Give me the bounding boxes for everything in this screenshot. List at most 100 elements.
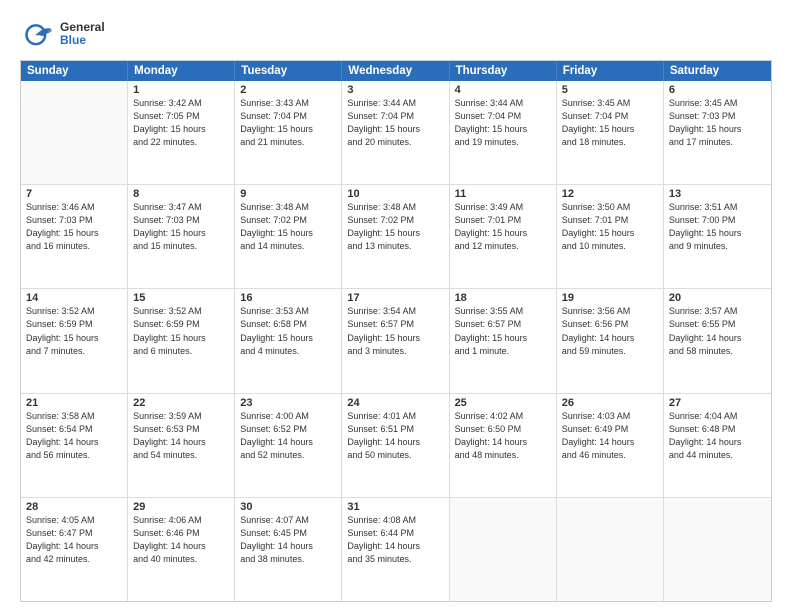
sun-info: Sunrise: 4:02 AMSunset: 6:50 PMDaylight:…: [455, 410, 551, 462]
calendar-day-30: 30 Sunrise: 4:07 AMSunset: 6:45 PMDaylig…: [235, 498, 342, 601]
sun-info: Sunrise: 4:04 AMSunset: 6:48 PMDaylight:…: [669, 410, 766, 462]
sun-info: Sunrise: 3:57 AMSunset: 6:55 PMDaylight:…: [669, 305, 766, 357]
calendar-day-11: 11 Sunrise: 3:49 AMSunset: 7:01 PMDaylig…: [450, 185, 557, 288]
calendar-day-23: 23 Sunrise: 4:00 AMSunset: 6:52 PMDaylig…: [235, 394, 342, 497]
sun-info: Sunrise: 4:05 AMSunset: 6:47 PMDaylight:…: [26, 514, 122, 566]
day-number: 21: [26, 397, 122, 409]
calendar-week-5: 28 Sunrise: 4:05 AMSunset: 6:47 PMDaylig…: [21, 498, 771, 601]
empty-cell: [557, 498, 664, 601]
sun-info: Sunrise: 3:48 AMSunset: 7:02 PMDaylight:…: [240, 201, 336, 253]
sun-info: Sunrise: 3:46 AMSunset: 7:03 PMDaylight:…: [26, 201, 122, 253]
sun-info: Sunrise: 3:44 AMSunset: 7:04 PMDaylight:…: [347, 97, 443, 149]
page-header: General Blue: [20, 16, 772, 52]
weekday-header-monday: Monday: [128, 61, 235, 81]
day-number: 31: [347, 501, 443, 513]
day-number: 3: [347, 84, 443, 96]
calendar-page: General Blue SundayMondayTuesdayWednesda…: [0, 0, 792, 612]
calendar-day-31: 31 Sunrise: 4:08 AMSunset: 6:44 PMDaylig…: [342, 498, 449, 601]
weekday-header-thursday: Thursday: [450, 61, 557, 81]
day-number: 26: [562, 397, 658, 409]
weekday-header-saturday: Saturday: [664, 61, 771, 81]
day-number: 15: [133, 292, 229, 304]
day-number: 10: [347, 188, 443, 200]
calendar-day-18: 18 Sunrise: 3:55 AMSunset: 6:57 PMDaylig…: [450, 289, 557, 392]
sun-info: Sunrise: 3:51 AMSunset: 7:00 PMDaylight:…: [669, 201, 766, 253]
calendar-day-15: 15 Sunrise: 3:52 AMSunset: 6:59 PMDaylig…: [128, 289, 235, 392]
sun-info: Sunrise: 4:08 AMSunset: 6:44 PMDaylight:…: [347, 514, 443, 566]
day-number: 13: [669, 188, 766, 200]
sun-info: Sunrise: 3:48 AMSunset: 7:02 PMDaylight:…: [347, 201, 443, 253]
day-number: 17: [347, 292, 443, 304]
calendar-day-2: 2 Sunrise: 3:43 AMSunset: 7:04 PMDayligh…: [235, 81, 342, 184]
sun-info: Sunrise: 3:50 AMSunset: 7:01 PMDaylight:…: [562, 201, 658, 253]
calendar-day-10: 10 Sunrise: 3:48 AMSunset: 7:02 PMDaylig…: [342, 185, 449, 288]
sun-info: Sunrise: 3:55 AMSunset: 6:57 PMDaylight:…: [455, 305, 551, 357]
calendar-day-28: 28 Sunrise: 4:05 AMSunset: 6:47 PMDaylig…: [21, 498, 128, 601]
calendar-day-4: 4 Sunrise: 3:44 AMSunset: 7:04 PMDayligh…: [450, 81, 557, 184]
calendar-day-5: 5 Sunrise: 3:45 AMSunset: 7:04 PMDayligh…: [557, 81, 664, 184]
day-number: 1: [133, 84, 229, 96]
day-number: 2: [240, 84, 336, 96]
calendar-day-21: 21 Sunrise: 3:58 AMSunset: 6:54 PMDaylig…: [21, 394, 128, 497]
calendar-week-4: 21 Sunrise: 3:58 AMSunset: 6:54 PMDaylig…: [21, 394, 771, 498]
logo-svg: [20, 16, 56, 52]
sun-info: Sunrise: 3:49 AMSunset: 7:01 PMDaylight:…: [455, 201, 551, 253]
calendar-day-25: 25 Sunrise: 4:02 AMSunset: 6:50 PMDaylig…: [450, 394, 557, 497]
weekday-header-sunday: Sunday: [21, 61, 128, 81]
logo: General Blue: [20, 16, 105, 52]
sun-info: Sunrise: 4:06 AMSunset: 6:46 PMDaylight:…: [133, 514, 229, 566]
calendar-body: 1 Sunrise: 3:42 AMSunset: 7:05 PMDayligh…: [21, 81, 771, 601]
day-number: 29: [133, 501, 229, 513]
day-number: 18: [455, 292, 551, 304]
sun-info: Sunrise: 3:42 AMSunset: 7:05 PMDaylight:…: [133, 97, 229, 149]
calendar-day-27: 27 Sunrise: 4:04 AMSunset: 6:48 PMDaylig…: [664, 394, 771, 497]
day-number: 16: [240, 292, 336, 304]
calendar-day-16: 16 Sunrise: 3:53 AMSunset: 6:58 PMDaylig…: [235, 289, 342, 392]
sun-info: Sunrise: 3:54 AMSunset: 6:57 PMDaylight:…: [347, 305, 443, 357]
sun-info: Sunrise: 3:45 AMSunset: 7:04 PMDaylight:…: [562, 97, 658, 149]
day-number: 4: [455, 84, 551, 96]
sun-info: Sunrise: 3:45 AMSunset: 7:03 PMDaylight:…: [669, 97, 766, 149]
sun-info: Sunrise: 3:56 AMSunset: 6:56 PMDaylight:…: [562, 305, 658, 357]
calendar-day-8: 8 Sunrise: 3:47 AMSunset: 7:03 PMDayligh…: [128, 185, 235, 288]
calendar-day-19: 19 Sunrise: 3:56 AMSunset: 6:56 PMDaylig…: [557, 289, 664, 392]
calendar-day-14: 14 Sunrise: 3:52 AMSunset: 6:59 PMDaylig…: [21, 289, 128, 392]
day-number: 24: [347, 397, 443, 409]
day-number: 11: [455, 188, 551, 200]
calendar-day-7: 7 Sunrise: 3:46 AMSunset: 7:03 PMDayligh…: [21, 185, 128, 288]
empty-cell: [450, 498, 557, 601]
calendar-day-6: 6 Sunrise: 3:45 AMSunset: 7:03 PMDayligh…: [664, 81, 771, 184]
calendar-day-1: 1 Sunrise: 3:42 AMSunset: 7:05 PMDayligh…: [128, 81, 235, 184]
calendar-day-20: 20 Sunrise: 3:57 AMSunset: 6:55 PMDaylig…: [664, 289, 771, 392]
sun-info: Sunrise: 4:01 AMSunset: 6:51 PMDaylight:…: [347, 410, 443, 462]
sun-info: Sunrise: 3:44 AMSunset: 7:04 PMDaylight:…: [455, 97, 551, 149]
sun-info: Sunrise: 4:03 AMSunset: 6:49 PMDaylight:…: [562, 410, 658, 462]
logo-text-line2: Blue: [60, 34, 105, 47]
day-number: 25: [455, 397, 551, 409]
calendar-day-29: 29 Sunrise: 4:06 AMSunset: 6:46 PMDaylig…: [128, 498, 235, 601]
day-number: 22: [133, 397, 229, 409]
sun-info: Sunrise: 3:52 AMSunset: 6:59 PMDaylight:…: [133, 305, 229, 357]
sun-info: Sunrise: 4:07 AMSunset: 6:45 PMDaylight:…: [240, 514, 336, 566]
day-number: 30: [240, 501, 336, 513]
calendar-week-2: 7 Sunrise: 3:46 AMSunset: 7:03 PMDayligh…: [21, 185, 771, 289]
weekday-header-wednesday: Wednesday: [342, 61, 449, 81]
calendar-week-1: 1 Sunrise: 3:42 AMSunset: 7:05 PMDayligh…: [21, 81, 771, 185]
calendar-day-13: 13 Sunrise: 3:51 AMSunset: 7:00 PMDaylig…: [664, 185, 771, 288]
empty-cell: [664, 498, 771, 601]
calendar-day-3: 3 Sunrise: 3:44 AMSunset: 7:04 PMDayligh…: [342, 81, 449, 184]
calendar-day-26: 26 Sunrise: 4:03 AMSunset: 6:49 PMDaylig…: [557, 394, 664, 497]
day-number: 6: [669, 84, 766, 96]
calendar-day-9: 9 Sunrise: 3:48 AMSunset: 7:02 PMDayligh…: [235, 185, 342, 288]
day-number: 27: [669, 397, 766, 409]
sun-info: Sunrise: 3:47 AMSunset: 7:03 PMDaylight:…: [133, 201, 229, 253]
empty-cell: [21, 81, 128, 184]
sun-info: Sunrise: 3:59 AMSunset: 6:53 PMDaylight:…: [133, 410, 229, 462]
sun-info: Sunrise: 3:53 AMSunset: 6:58 PMDaylight:…: [240, 305, 336, 357]
day-number: 5: [562, 84, 658, 96]
day-number: 14: [26, 292, 122, 304]
calendar-day-24: 24 Sunrise: 4:01 AMSunset: 6:51 PMDaylig…: [342, 394, 449, 497]
day-number: 23: [240, 397, 336, 409]
sun-info: Sunrise: 3:43 AMSunset: 7:04 PMDaylight:…: [240, 97, 336, 149]
sun-info: Sunrise: 3:52 AMSunset: 6:59 PMDaylight:…: [26, 305, 122, 357]
